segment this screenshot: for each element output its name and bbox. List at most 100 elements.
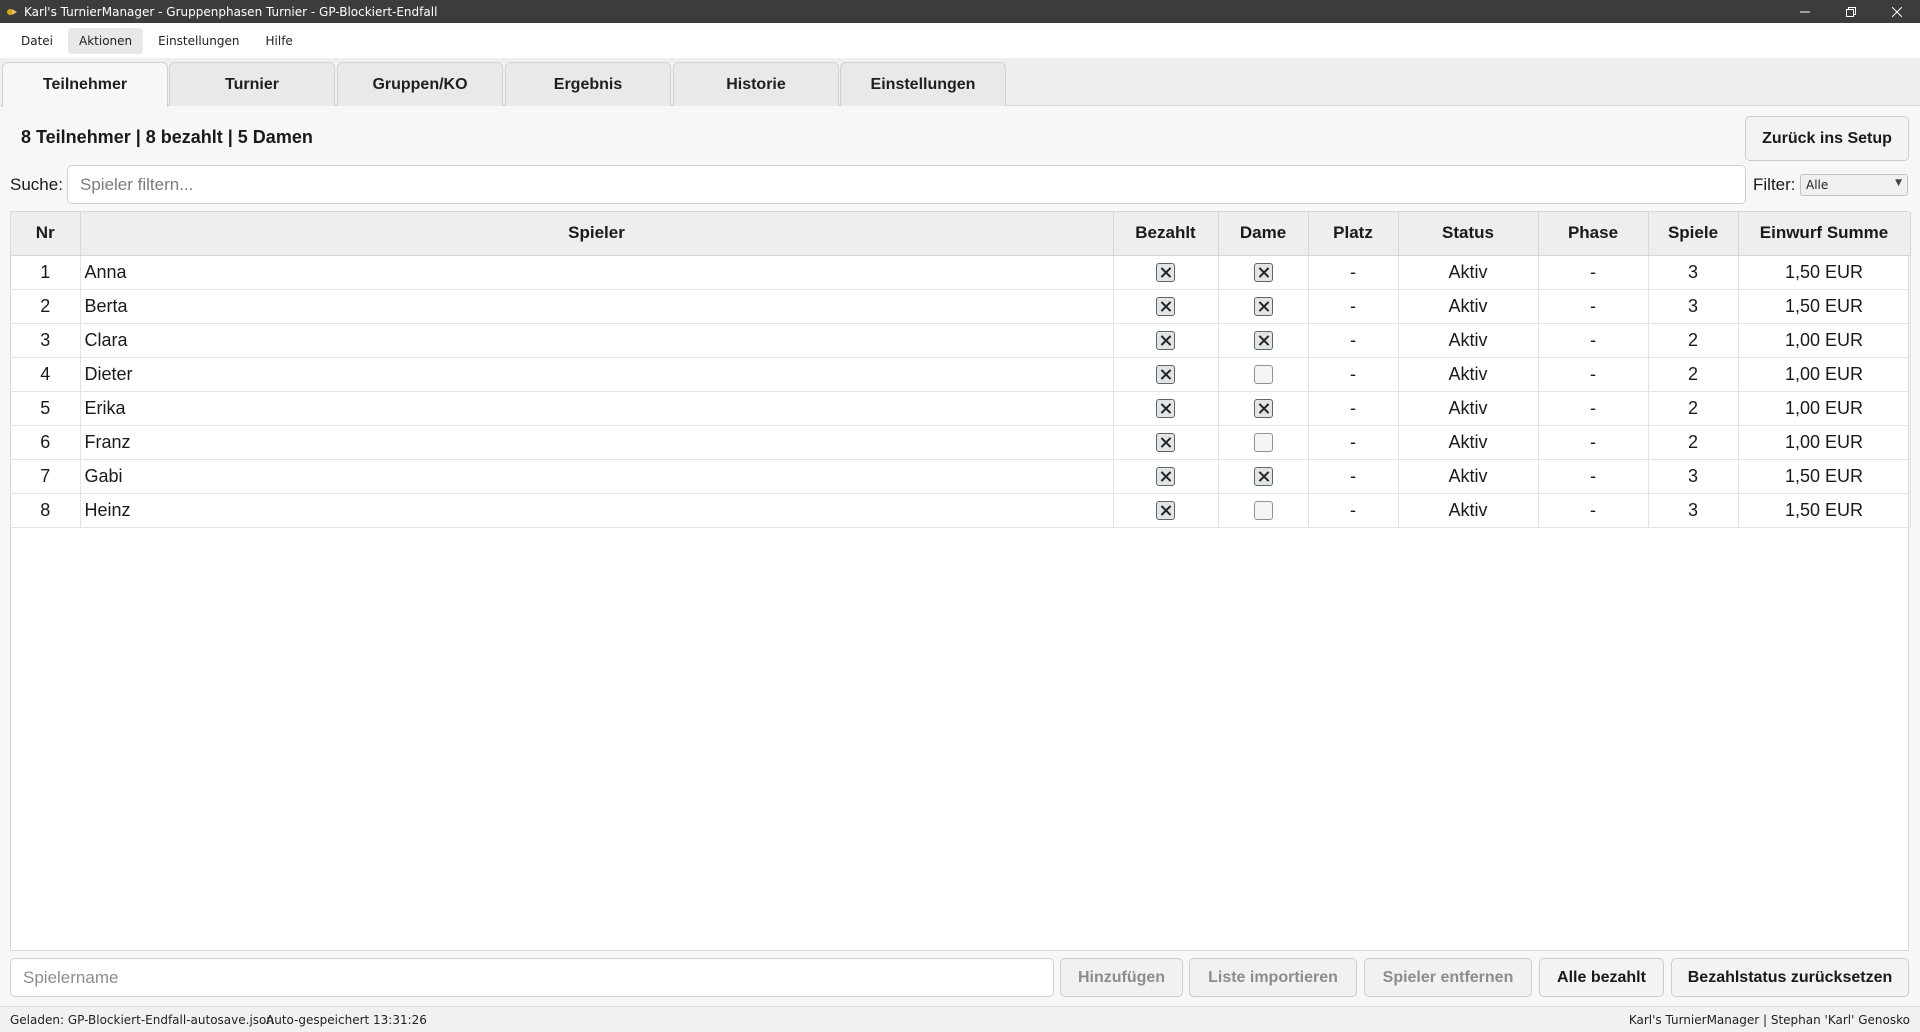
paid-checkbox[interactable] (1156, 263, 1175, 283)
column-header-nr[interactable]: Nr (11, 212, 81, 256)
table-row[interactable]: 3 Clara - Aktiv -2 1,00 EUR (11, 323, 1911, 358)
paid-checkbox[interactable] (1156, 297, 1175, 317)
cell-spiele: 2 (1648, 391, 1739, 426)
table-row[interactable]: 4 Dieter - Aktiv -2 1,00 EUR (11, 357, 1911, 392)
menu-aktionen[interactable]: Aktionen (68, 27, 144, 54)
minimize-icon[interactable] (1782, 0, 1828, 23)
column-header-platz[interactable]: Platz (1308, 212, 1399, 256)
cell-phase: - (1538, 425, 1649, 460)
paid-checkbox[interactable] (1156, 433, 1175, 453)
lady-checkbox[interactable] (1253, 263, 1273, 283)
cell-dame (1218, 493, 1309, 528)
close-icon[interactable] (1874, 0, 1920, 23)
cell-status: Aktiv (1398, 459, 1539, 494)
cell-platz: - (1308, 493, 1399, 528)
remove-player-button[interactable]: Spieler entfernen (1364, 958, 1532, 997)
cell-status: Aktiv (1398, 357, 1539, 392)
cell-status: Aktiv (1398, 289, 1539, 324)
cell-einwurf-summe: 1,50 EUR (1738, 493, 1911, 528)
lady-checkbox[interactable] (1253, 433, 1273, 453)
column-header-phase[interactable]: Phase (1538, 212, 1649, 256)
cell-spiele: 3 (1648, 493, 1739, 528)
column-header-spiele[interactable]: Spiele (1648, 212, 1739, 256)
lady-checkbox[interactable] (1253, 297, 1273, 317)
cell-platz: - (1308, 289, 1399, 324)
cell-bezahlt (1113, 255, 1219, 290)
cell-phase: - (1538, 493, 1649, 528)
column-header-status[interactable]: Status (1398, 212, 1539, 256)
cell-spieler: Erika (80, 391, 1114, 426)
all-paid-button[interactable]: Alle bezahlt (1539, 958, 1664, 997)
app-credits: Karl's TurnierManager | Stephan 'Karl' G… (1628, 1013, 1910, 1027)
tab-gruppen-ko[interactable]: Gruppen/KO (337, 62, 503, 106)
column-header-bezahlt[interactable]: Bezahlt (1113, 212, 1219, 256)
cell-spieler: Berta (80, 289, 1114, 324)
tab-ergebnis[interactable]: Ergebnis (505, 62, 671, 106)
cell-bezahlt (1113, 425, 1219, 460)
cell-einwurf-summe: 1,50 EUR (1738, 459, 1911, 494)
status-bar: Geladen: GP-Blockiert-Endfall-autosave.j… (0, 1006, 1920, 1032)
paid-checkbox[interactable] (1156, 365, 1175, 385)
menu-einstellungen[interactable]: Einstellungen (147, 28, 250, 54)
search-input[interactable] (67, 165, 1746, 204)
cell-nr: 2 (11, 289, 81, 324)
cell-bezahlt (1113, 493, 1219, 528)
participants-table: Nr Spieler Bezahlt Dame Platz Status Pha… (10, 211, 1911, 951)
cell-bezahlt (1113, 357, 1219, 392)
tab-turnier[interactable]: Turnier (169, 62, 335, 106)
cell-phase: - (1538, 255, 1649, 290)
cell-nr: 1 (11, 255, 81, 290)
cell-status: Aktiv (1398, 391, 1539, 426)
column-header-spieler[interactable]: Spieler (80, 212, 1114, 256)
lady-checkbox[interactable] (1253, 399, 1273, 419)
lady-checkbox[interactable] (1253, 467, 1273, 487)
cell-phase: - (1538, 289, 1649, 324)
cell-einwurf-summe: 1,00 EUR (1738, 425, 1911, 460)
cell-einwurf-summe: 1,00 EUR (1738, 323, 1911, 358)
cell-spieler: Franz (80, 425, 1114, 460)
tab-teilnehmer[interactable]: Teilnehmer (2, 62, 168, 107)
lady-checkbox[interactable] (1253, 365, 1273, 385)
paid-checkbox[interactable] (1156, 467, 1175, 487)
player-name-input[interactable] (10, 958, 1054, 997)
column-header-einwurf-summe[interactable]: Einwurf Summe (1738, 212, 1911, 256)
cell-spieler: Clara (80, 323, 1114, 358)
cell-platz: - (1308, 425, 1399, 460)
cell-phase: - (1538, 323, 1649, 358)
participants-panel: 8 Teilnehmer | 8 bezahlt | 5 Damen Zurüc… (0, 106, 1920, 1006)
paid-checkbox[interactable] (1156, 501, 1175, 521)
paid-checkbox[interactable] (1156, 399, 1175, 419)
column-header-dame[interactable]: Dame (1218, 212, 1309, 256)
cell-bezahlt (1113, 289, 1219, 324)
cell-spiele: 3 (1648, 289, 1739, 324)
lady-checkbox[interactable] (1253, 501, 1273, 521)
cell-spieler: Anna (80, 255, 1114, 290)
filter-label: Filter: (1753, 175, 1796, 194)
table-row[interactable]: 2 Berta - Aktiv -3 1,50 EUR (11, 289, 1911, 324)
lady-checkbox[interactable] (1253, 331, 1273, 351)
reset-payment-status-button[interactable]: Bezahlstatus zurücksetzen (1671, 958, 1909, 997)
paid-checkbox[interactable] (1156, 331, 1175, 351)
filter-dropdown[interactable]: Alle ▼ (1800, 174, 1908, 196)
import-list-button[interactable]: Liste importieren (1189, 958, 1357, 997)
cell-phase: - (1538, 357, 1649, 392)
app-icon (4, 4, 20, 20)
tab-historie[interactable]: Historie (673, 62, 839, 106)
menu-bar: Datei Aktionen Einstellungen Hilfe (0, 23, 1920, 58)
cell-einwurf-summe: 1,50 EUR (1738, 289, 1911, 324)
menu-datei[interactable]: Datei (10, 28, 64, 54)
table-row[interactable]: 6 Franz - Aktiv -2 1,00 EUR (11, 425, 1911, 460)
table-row[interactable]: 7 Gabi - Aktiv -3 1,50 EUR (11, 459, 1911, 494)
add-player-button[interactable]: Hinzufügen (1060, 958, 1183, 997)
tab-einstellungen[interactable]: Einstellungen (840, 62, 1006, 106)
table-row[interactable]: 5 Erika - Aktiv -2 1,00 EUR (11, 391, 1911, 426)
table-row[interactable]: 1 Anna - Aktiv -3 1,50 EUR (11, 255, 1911, 290)
menu-hilfe[interactable]: Hilfe (255, 28, 304, 54)
back-to-setup-button[interactable]: Zurück ins Setup (1745, 116, 1909, 161)
cell-spiele: 2 (1648, 357, 1739, 392)
table-row[interactable]: 8 Heinz - Aktiv -3 1,50 EUR (11, 493, 1911, 528)
cell-einwurf-summe: 1,00 EUR (1738, 391, 1911, 426)
cell-bezahlt (1113, 323, 1219, 358)
table-header: Nr Spieler Bezahlt Dame Platz Status Pha… (11, 212, 1911, 256)
restore-icon[interactable] (1828, 0, 1874, 23)
